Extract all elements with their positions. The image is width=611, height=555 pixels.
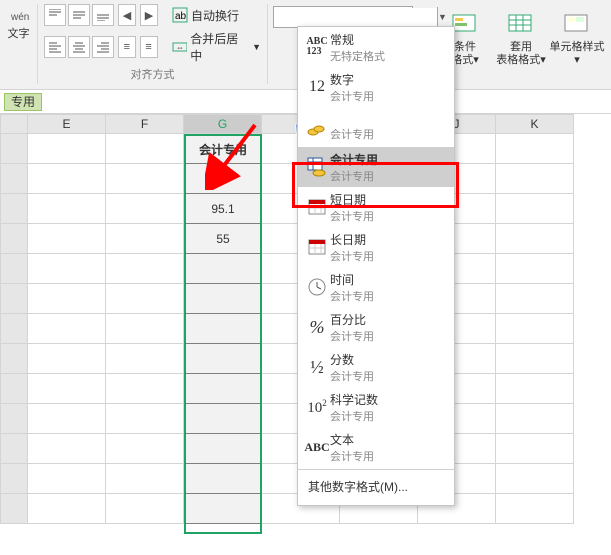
number-format-input[interactable] bbox=[274, 8, 437, 26]
currency-icon bbox=[304, 117, 330, 137]
align-middle-button[interactable] bbox=[68, 4, 90, 26]
format-time[interactable]: 时间会计专用 bbox=[298, 267, 454, 307]
cell-data[interactable]: 95 bbox=[184, 164, 262, 194]
text-icon: ABC bbox=[304, 440, 330, 455]
align-center-button[interactable] bbox=[68, 36, 90, 58]
shortdate-icon bbox=[304, 197, 330, 217]
format-percent[interactable]: % 百分比会计专用 bbox=[298, 307, 454, 347]
number-format-dropdown-panel: ABC123 常规无特定格式 12 数字会计专用 X会计专用 会计专用会计专用 … bbox=[297, 26, 455, 506]
col-header-k[interactable]: K bbox=[496, 114, 574, 134]
alignment-group: ◀ ▶ ab 自动换行 ≡ ≡ ⇔ 合并后居中 ▼ bbox=[38, 4, 268, 84]
more-number-formats[interactable]: 其他数字格式(M)... bbox=[298, 472, 454, 501]
select-all-corner[interactable] bbox=[0, 114, 28, 134]
cell-header[interactable]: 会计专用 bbox=[184, 134, 262, 164]
col-header-g[interactable]: G bbox=[184, 114, 262, 134]
orientation-button[interactable]: wén 文字 bbox=[4, 4, 34, 70]
indent-increase-button[interactable]: ▶ bbox=[140, 4, 158, 26]
cell-data[interactable]: 95.1 bbox=[184, 194, 262, 224]
time-icon bbox=[304, 277, 330, 297]
orientation-label: 文字 bbox=[8, 28, 30, 41]
cell-data[interactable]: 55 bbox=[184, 224, 262, 254]
fraction-icon: ½ bbox=[304, 357, 330, 378]
format-shortdate[interactable]: 短日期会计专用 bbox=[298, 187, 454, 227]
number-format-box[interactable]: ▼ bbox=[273, 6, 413, 28]
merge-center-button[interactable]: ⇔ 合并后居中 ▼ bbox=[172, 30, 262, 64]
cell-style-button[interactable]: 单元格样式▾ bbox=[549, 11, 605, 77]
col-header-f[interactable]: F bbox=[106, 114, 184, 134]
format-general[interactable]: ABC123 常规无特定格式 bbox=[298, 27, 454, 67]
separator bbox=[298, 469, 454, 470]
format-longdate[interactable]: 长日期会计专用 bbox=[298, 227, 454, 267]
percent-icon: % bbox=[304, 317, 330, 338]
indent-decrease-button[interactable]: ◀ bbox=[118, 4, 136, 26]
indent-left-button[interactable]: ≡ bbox=[118, 36, 136, 58]
align-left-button[interactable] bbox=[44, 36, 66, 58]
general-icon: ABC123 bbox=[304, 37, 330, 57]
wrap-text-button[interactable]: ab 自动换行 bbox=[172, 7, 239, 24]
align-bottom-button[interactable] bbox=[92, 4, 114, 26]
format-scientific[interactable]: 102 科学记数会计专用 bbox=[298, 387, 454, 427]
table-format-button[interactable]: 套用表格格式▾ bbox=[493, 11, 549, 77]
sheet-tag[interactable]: 专用 bbox=[4, 93, 42, 111]
align-right-button[interactable] bbox=[92, 36, 114, 58]
format-text[interactable]: ABC 文本会计专用 bbox=[298, 427, 454, 467]
styles-group: 条件格式▾ 套用表格格式▾ 单元格样式▾ bbox=[431, 4, 611, 84]
accounting-icon bbox=[304, 156, 330, 178]
wrap-text-label: 自动换行 bbox=[191, 7, 239, 24]
svg-text:⇔: ⇔ bbox=[176, 43, 184, 52]
align-top-button[interactable] bbox=[44, 4, 66, 26]
longdate-icon bbox=[304, 237, 330, 257]
scientific-icon: 102 bbox=[304, 398, 330, 417]
col-header-e[interactable]: E bbox=[28, 114, 106, 134]
number-icon: 12 bbox=[304, 78, 330, 96]
svg-text:ab: ab bbox=[175, 11, 187, 22]
svg-text:wén: wén bbox=[10, 12, 29, 23]
orientation-group: wén 文字 bbox=[0, 4, 38, 84]
alignment-group-label: 对齐方式 bbox=[131, 66, 175, 82]
merge-center-label: 合并后居中 bbox=[190, 30, 249, 64]
format-currency[interactable]: X会计专用 bbox=[298, 107, 454, 147]
format-accounting[interactable]: 会计专用会计专用 bbox=[298, 147, 454, 187]
indent-right-button[interactable]: ≡ bbox=[140, 36, 158, 58]
format-number[interactable]: 12 数字会计专用 bbox=[298, 67, 454, 107]
format-fraction[interactable]: ½ 分数会计专用 bbox=[298, 347, 454, 387]
